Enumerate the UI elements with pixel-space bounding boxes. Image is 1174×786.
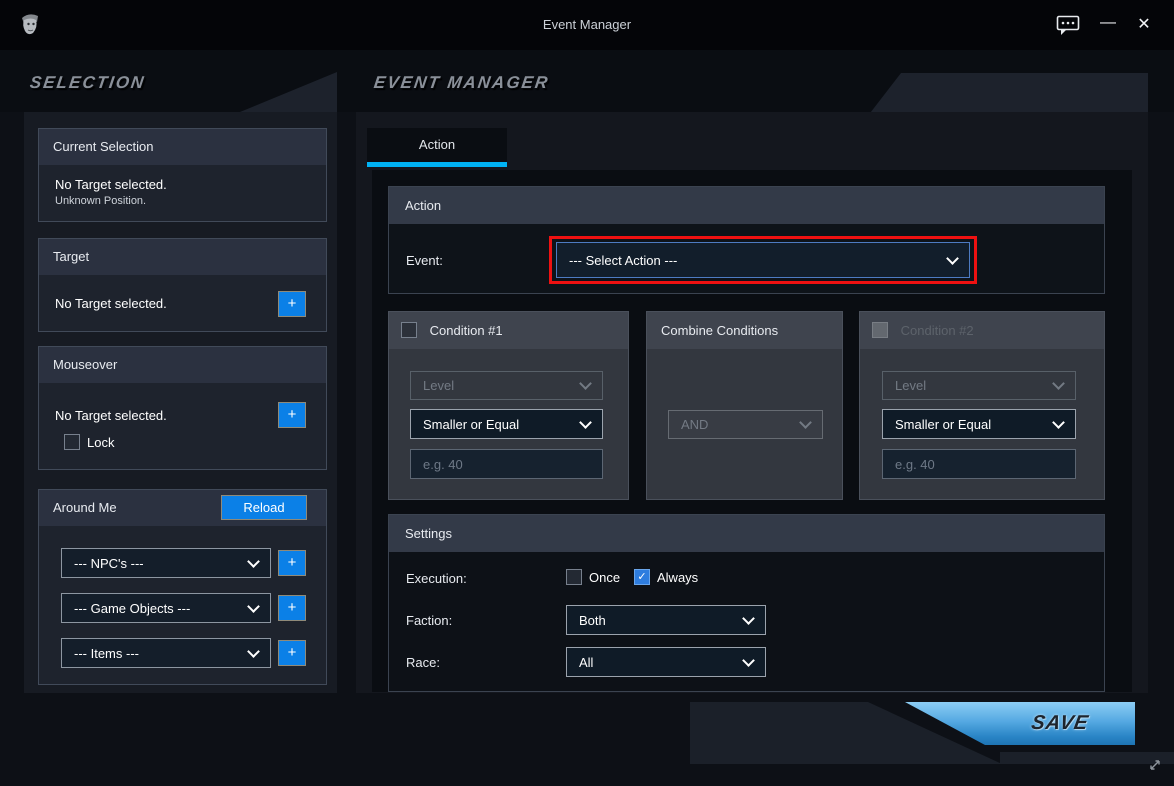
mouseover-header: Mouseover <box>39 347 326 383</box>
settings-section: Settings Execution: Once Always Faction:… <box>388 514 1105 692</box>
current-selection-primary: No Target selected. <box>55 177 167 192</box>
condition2-header: Condition #2 <box>860 312 1104 349</box>
combine-conditions-header: Combine Conditions <box>647 312 842 349</box>
action-section-header: Action <box>389 187 1104 224</box>
event-manager-title: EVENT MANAGER <box>372 73 551 92</box>
condition1-field-dropdown[interactable]: Level <box>410 371 603 400</box>
tab-action[interactable]: Action <box>367 128 507 162</box>
lock-checkbox[interactable] <box>64 434 80 450</box>
resize-grip-icon[interactable] <box>1146 756 1164 774</box>
items-dropdown[interactable]: --- Items --- <box>61 638 271 668</box>
add-item-button[interactable]: + <box>278 640 306 666</box>
current-selection-secondary: Unknown Position. <box>55 195 147 207</box>
chevron-down-icon <box>247 554 260 568</box>
condition1-section: Condition #1 Level Smaller or Equal <box>388 311 629 500</box>
condition1-checkbox[interactable] <box>401 322 417 338</box>
current-selection-header: Current Selection <box>39 129 326 165</box>
target-header: Target <box>39 239 326 275</box>
condition2-operator-value: Smaller or Equal <box>895 416 992 432</box>
condition1-operator-dropdown[interactable]: Smaller or Equal <box>410 409 603 439</box>
npcs-dropdown[interactable]: --- NPC's --- <box>61 548 271 578</box>
combine-conditions-section: Combine Conditions AND <box>646 311 843 500</box>
condition2-header-label: Condition #2 <box>900 323 974 338</box>
condition2-field-dropdown[interactable]: Level <box>882 371 1076 400</box>
execution-label: Execution: <box>406 571 467 586</box>
chevron-down-icon <box>579 377 592 390</box>
chevron-down-icon <box>946 251 959 265</box>
once-checkbox[interactable] <box>566 569 582 585</box>
chevron-down-icon <box>247 644 260 658</box>
chat-icon[interactable] <box>1056 15 1080 37</box>
mouseover-empty-text: No Target selected. <box>55 408 167 423</box>
tab-active-underline <box>367 162 507 167</box>
combine-conditions-header-label: Combine Conditions <box>661 323 779 338</box>
condition2-checkbox[interactable] <box>872 322 888 338</box>
game-objects-dropdown-value: --- Game Objects --- <box>74 600 191 616</box>
condition2-operator-dropdown[interactable]: Smaller or Equal <box>882 409 1076 439</box>
items-dropdown-value: --- Items --- <box>74 645 139 661</box>
current-selection-section: Current Selection No Target selected. Un… <box>38 128 327 222</box>
event-action-dropdown[interactable]: --- Select Action --- <box>556 242 970 278</box>
race-label: Race: <box>406 655 440 670</box>
add-game-object-button[interactable]: + <box>278 595 306 621</box>
window-title: Event Manager <box>542 17 632 32</box>
event-manager-window: Event Manager — ✕ SELECTION EVENT MANAGE… <box>0 0 1174 786</box>
race-dropdown[interactable]: All <box>566 647 766 677</box>
condition1-header-label: Condition #1 <box>429 323 503 338</box>
chevron-down-icon <box>579 415 592 429</box>
minimize-button[interactable]: — <box>1094 12 1122 38</box>
chevron-down-icon <box>1052 377 1065 390</box>
reload-button[interactable]: Reload <box>221 495 307 520</box>
race-dropdown-value: All <box>579 654 594 670</box>
add-mouseover-button[interactable]: + <box>278 402 306 428</box>
chevron-down-icon <box>742 611 755 625</box>
settings-section-header: Settings <box>389 515 1104 552</box>
always-label: Always <box>657 570 699 585</box>
condition1-field-value: Level <box>423 378 455 393</box>
selection-title: SELECTION <box>28 73 147 92</box>
faction-dropdown-value: Both <box>579 612 606 628</box>
event-label: Event: <box>406 253 443 268</box>
titlebar: Event Manager — ✕ <box>0 0 1174 50</box>
chevron-down-icon <box>799 416 812 429</box>
chevron-down-icon <box>247 599 260 613</box>
close-button[interactable]: ✕ <box>1130 12 1158 38</box>
condition1-value-input[interactable] <box>410 449 603 479</box>
mouseover-section: Mouseover No Target selected. + Lock <box>38 346 327 470</box>
condition2-field-value: Level <box>895 378 927 393</box>
chevron-down-icon <box>742 653 755 667</box>
once-label: Once <box>589 570 621 585</box>
add-target-button[interactable]: + <box>278 291 306 317</box>
chevron-down-icon <box>1052 415 1065 429</box>
faction-label: Faction: <box>406 613 453 628</box>
target-section: Target No Target selected. + <box>38 238 327 332</box>
event-action-dropdown-value: --- Select Action --- <box>569 252 678 268</box>
combine-operator-dropdown[interactable]: AND <box>668 410 823 439</box>
lock-label: Lock <box>87 435 115 450</box>
faction-dropdown[interactable]: Both <box>566 605 766 635</box>
combine-operator-value: AND <box>681 417 709 432</box>
condition1-operator-value: Smaller or Equal <box>423 416 520 432</box>
npcs-dropdown-value: --- NPC's --- <box>74 555 144 571</box>
add-npc-button[interactable]: + <box>278 550 306 576</box>
around-me-section: Around Me Reload --- NPC's --- + --- Gam… <box>38 489 327 685</box>
target-empty-text: No Target selected. <box>55 296 167 311</box>
condition1-header: Condition #1 <box>389 312 628 349</box>
condition2-section: Condition #2 Level Smaller or Equal <box>859 311 1105 500</box>
condition2-value-input[interactable] <box>882 449 1076 479</box>
always-checkbox[interactable] <box>634 569 650 585</box>
game-objects-dropdown[interactable]: --- Game Objects --- <box>61 593 271 623</box>
